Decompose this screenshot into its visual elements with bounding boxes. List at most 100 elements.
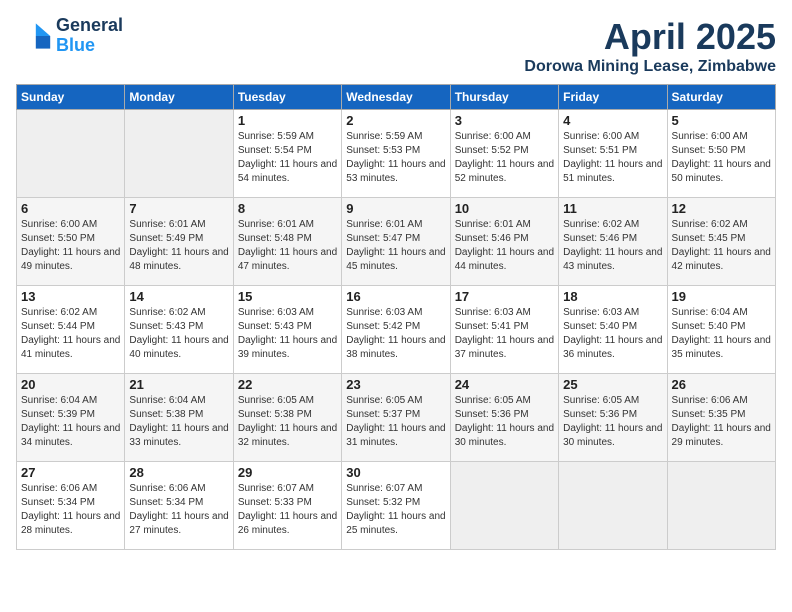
day-number: 3 <box>455 113 554 128</box>
day-number: 25 <box>563 377 662 392</box>
calendar-cell: 19 Sunrise: 6:04 AMSunset: 5:40 PMDayligh… <box>667 286 775 374</box>
weekday-header: Friday <box>559 85 667 110</box>
day-detail: Sunrise: 6:04 AMSunset: 5:40 PMDaylight:… <box>672 306 771 362</box>
day-detail: Sunrise: 6:06 AMSunset: 5:34 PMDaylight:… <box>129 482 228 538</box>
day-number: 18 <box>563 289 662 304</box>
day-number: 12 <box>672 201 771 216</box>
day-number: 14 <box>129 289 228 304</box>
day-number: 6 <box>21 201 120 216</box>
day-detail: Sunrise: 6:05 AMSunset: 5:36 PMDaylight:… <box>455 394 554 450</box>
calendar-week-row: 1 Sunrise: 5:59 AMSunset: 5:54 PMDaylight… <box>17 110 776 198</box>
calendar-cell <box>125 110 233 198</box>
calendar-cell: 9 Sunrise: 6:01 AMSunset: 5:47 PMDaylight… <box>342 198 450 286</box>
location-title: Dorowa Mining Lease, Zimbabwe <box>524 58 776 76</box>
day-detail: Sunrise: 6:07 AMSunset: 5:33 PMDaylight:… <box>238 482 337 538</box>
day-detail: Sunrise: 6:05 AMSunset: 5:37 PMDaylight:… <box>346 394 445 450</box>
calendar-cell: 21 Sunrise: 6:04 AMSunset: 5:38 PMDayligh… <box>125 374 233 462</box>
weekday-header: Thursday <box>450 85 558 110</box>
weekday-header: Tuesday <box>233 85 341 110</box>
day-number: 24 <box>455 377 554 392</box>
calendar-cell: 23 Sunrise: 6:05 AMSunset: 5:37 PMDayligh… <box>342 374 450 462</box>
day-number: 13 <box>21 289 120 304</box>
calendar-cell: 12 Sunrise: 6:02 AMSunset: 5:45 PMDayligh… <box>667 198 775 286</box>
day-number: 20 <box>21 377 120 392</box>
calendar-cell: 1 Sunrise: 5:59 AMSunset: 5:54 PMDaylight… <box>233 110 341 198</box>
day-number: 29 <box>238 465 337 480</box>
weekday-header: Sunday <box>17 85 125 110</box>
calendar-cell: 11Sunrise: 6:02 AMSunset: 5:46 PMDayligh… <box>559 198 667 286</box>
day-number: 9 <box>346 201 445 216</box>
calendar-cell: 20 Sunrise: 6:04 AMSunset: 5:39 PMDayligh… <box>17 374 125 462</box>
day-detail: Sunrise: 6:03 AMSunset: 5:43 PMDaylight:… <box>238 306 337 362</box>
day-number: 7 <box>129 201 228 216</box>
calendar-cell <box>450 462 558 550</box>
day-detail: Sunrise: 6:01 AMSunset: 5:46 PMDaylight:… <box>455 218 554 274</box>
logo-text: General Blue <box>56 16 123 56</box>
day-detail: Sunrise: 6:03 AMSunset: 5:42 PMDaylight:… <box>346 306 445 362</box>
day-detail: Sunrise: 6:06 AMSunset: 5:34 PMDaylight:… <box>21 482 120 538</box>
day-detail: Sunrise: 6:03 AMSunset: 5:41 PMDaylight:… <box>455 306 554 362</box>
calendar-week-row: 27 Sunrise: 6:06 AMSunset: 5:34 PMDayligh… <box>17 462 776 550</box>
day-number: 27 <box>21 465 120 480</box>
calendar-cell: 6 Sunrise: 6:00 AMSunset: 5:50 PMDaylight… <box>17 198 125 286</box>
weekday-header: Wednesday <box>342 85 450 110</box>
calendar-week-row: 13Sunrise: 6:02 AMSunset: 5:44 PMDayligh… <box>17 286 776 374</box>
page-header: General Blue April 2025 Dorowa Mining Le… <box>16 16 776 76</box>
logo-icon <box>16 18 52 54</box>
calendar-table: SundayMondayTuesdayWednesdayThursdayFrid… <box>16 84 776 550</box>
calendar-cell: 24 Sunrise: 6:05 AMSunset: 5:36 PMDayligh… <box>450 374 558 462</box>
calendar-cell <box>667 462 775 550</box>
day-number: 16 <box>346 289 445 304</box>
calendar-cell: 2 Sunrise: 5:59 AMSunset: 5:53 PMDaylight… <box>342 110 450 198</box>
day-detail: Sunrise: 6:02 AMSunset: 5:43 PMDaylight:… <box>129 306 228 362</box>
day-number: 8 <box>238 201 337 216</box>
day-detail: Sunrise: 6:07 AMSunset: 5:32 PMDaylight:… <box>346 482 445 538</box>
day-number: 30 <box>346 465 445 480</box>
calendar-header-row: SundayMondayTuesdayWednesdayThursdayFrid… <box>17 85 776 110</box>
calendar-cell <box>17 110 125 198</box>
day-detail: Sunrise: 6:01 AMSunset: 5:49 PMDaylight:… <box>129 218 228 274</box>
day-number: 4 <box>563 113 662 128</box>
day-number: 15 <box>238 289 337 304</box>
day-detail: Sunrise: 6:05 AMSunset: 5:36 PMDaylight:… <box>563 394 662 450</box>
calendar-cell: 25 Sunrise: 6:05 AMSunset: 5:36 PMDayligh… <box>559 374 667 462</box>
calendar-cell: 22Sunrise: 6:05 AMSunset: 5:38 PMDayligh… <box>233 374 341 462</box>
day-detail: Sunrise: 6:00 AMSunset: 5:50 PMDaylight:… <box>21 218 120 274</box>
weekday-header: Saturday <box>667 85 775 110</box>
calendar-cell: 4Sunrise: 6:00 AMSunset: 5:51 PMDaylight… <box>559 110 667 198</box>
day-number: 23 <box>346 377 445 392</box>
calendar-cell: 7 Sunrise: 6:01 AMSunset: 5:49 PMDaylight… <box>125 198 233 286</box>
day-detail: Sunrise: 6:04 AMSunset: 5:38 PMDaylight:… <box>129 394 228 450</box>
calendar-cell: 18 Sunrise: 6:03 AMSunset: 5:40 PMDayligh… <box>559 286 667 374</box>
day-detail: Sunrise: 5:59 AMSunset: 5:54 PMDaylight:… <box>238 130 337 186</box>
day-number: 1 <box>238 113 337 128</box>
day-number: 2 <box>346 113 445 128</box>
day-detail: Sunrise: 6:01 AMSunset: 5:47 PMDaylight:… <box>346 218 445 274</box>
day-number: 22 <box>238 377 337 392</box>
calendar-cell: 8 Sunrise: 6:01 AMSunset: 5:48 PMDaylight… <box>233 198 341 286</box>
calendar-cell: 26 Sunrise: 6:06 AMSunset: 5:35 PMDayligh… <box>667 374 775 462</box>
calendar-cell <box>559 462 667 550</box>
day-detail: Sunrise: 6:06 AMSunset: 5:35 PMDaylight:… <box>672 394 771 450</box>
day-detail: Sunrise: 6:03 AMSunset: 5:40 PMDaylight:… <box>563 306 662 362</box>
calendar-cell: 29 Sunrise: 6:07 AMSunset: 5:33 PMDayligh… <box>233 462 341 550</box>
day-number: 26 <box>672 377 771 392</box>
title-block: April 2025 Dorowa Mining Lease, Zimbabwe <box>524 16 776 76</box>
day-detail: Sunrise: 5:59 AMSunset: 5:53 PMDaylight:… <box>346 130 445 186</box>
calendar-cell: 5Sunrise: 6:00 AMSunset: 5:50 PMDaylight… <box>667 110 775 198</box>
day-number: 5 <box>672 113 771 128</box>
day-detail: Sunrise: 6:02 AMSunset: 5:46 PMDaylight:… <box>563 218 662 274</box>
calendar-week-row: 6 Sunrise: 6:00 AMSunset: 5:50 PMDaylight… <box>17 198 776 286</box>
day-detail: Sunrise: 6:01 AMSunset: 5:48 PMDaylight:… <box>238 218 337 274</box>
logo: General Blue <box>16 16 123 56</box>
calendar-cell: 16 Sunrise: 6:03 AMSunset: 5:42 PMDayligh… <box>342 286 450 374</box>
day-number: 19 <box>672 289 771 304</box>
calendar-cell: 10Sunrise: 6:01 AMSunset: 5:46 PMDayligh… <box>450 198 558 286</box>
day-detail: Sunrise: 6:04 AMSunset: 5:39 PMDaylight:… <box>21 394 120 450</box>
day-detail: Sunrise: 6:02 AMSunset: 5:45 PMDaylight:… <box>672 218 771 274</box>
month-title: April 2025 <box>524 16 776 58</box>
calendar-cell: 3Sunrise: 6:00 AMSunset: 5:52 PMDaylight… <box>450 110 558 198</box>
calendar-cell: 13Sunrise: 6:02 AMSunset: 5:44 PMDayligh… <box>17 286 125 374</box>
calendar-cell: 17Sunrise: 6:03 AMSunset: 5:41 PMDayligh… <box>450 286 558 374</box>
day-number: 21 <box>129 377 228 392</box>
